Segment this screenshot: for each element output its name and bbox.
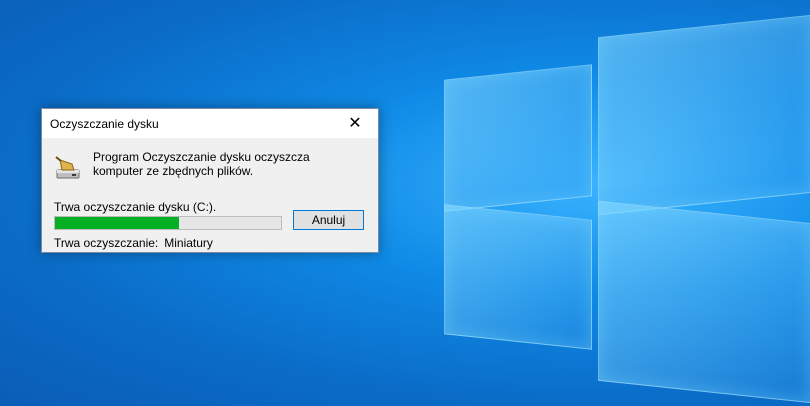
cancel-button[interactable]: Anuluj bbox=[293, 210, 364, 230]
close-button[interactable]: ✕ bbox=[332, 109, 378, 138]
dialog-body: Program Oczyszczanie dysku oczyszcza kom… bbox=[42, 138, 378, 252]
current-item-value: Miniatury bbox=[164, 236, 213, 250]
disk-cleanup-icon bbox=[55, 156, 80, 179]
dialog-title: Oczyszczanie dysku bbox=[50, 116, 159, 131]
progress-bar bbox=[54, 216, 282, 230]
disk-cleanup-dialog: Oczyszczanie dysku ✕ Program Oczyszczani… bbox=[41, 108, 379, 253]
windows-logo-pane bbox=[444, 204, 592, 350]
windows-logo bbox=[440, 0, 810, 406]
windows-logo-pane bbox=[598, 14, 810, 216]
description-text: Program Oczyszczanie dysku oczyszcza kom… bbox=[93, 150, 310, 178]
current-item-label: Trwa oczyszczanie: bbox=[54, 236, 159, 250]
title-bar[interactable]: Oczyszczanie dysku ✕ bbox=[42, 109, 378, 138]
close-icon: ✕ bbox=[348, 114, 362, 132]
windows-logo-pane bbox=[598, 200, 810, 404]
status-text: Trwa oczyszczanie dysku (C:). bbox=[54, 200, 217, 214]
windows-logo-pane bbox=[444, 64, 592, 212]
progress-fill bbox=[55, 217, 180, 229]
current-item-line: Trwa oczyszczanie: Miniatury bbox=[54, 236, 213, 250]
